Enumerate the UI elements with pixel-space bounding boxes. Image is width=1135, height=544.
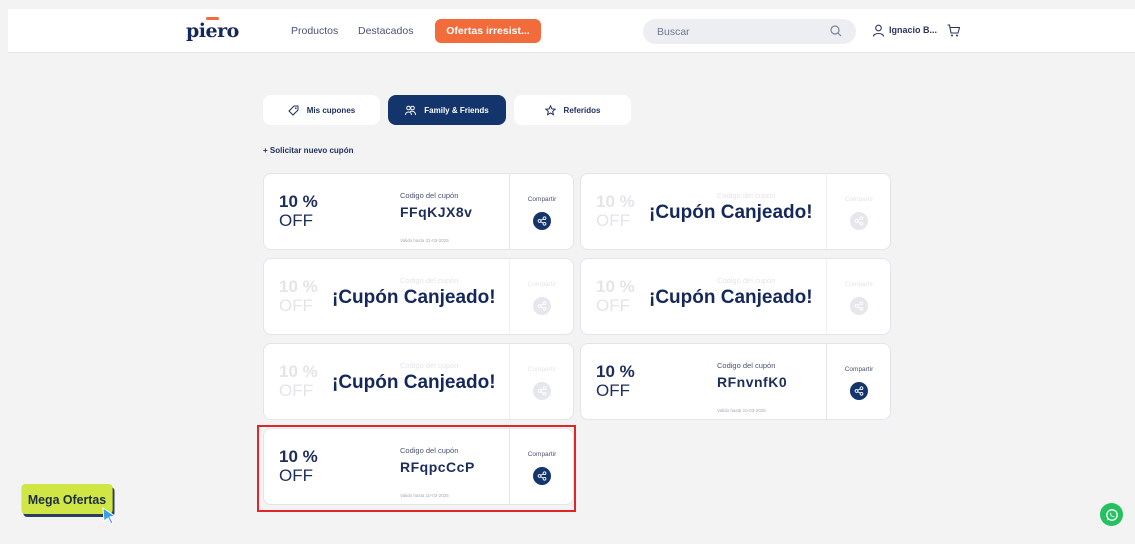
share-button	[533, 297, 551, 315]
coupon-divider	[509, 259, 510, 334]
coupon-card-redeemed: 10 % OFF Codigo del cupón Compartir ¡Cup…	[580, 173, 891, 250]
coupon-card-redeemed: 10 % OFF Codigo del cupón Compartir ¡Cup…	[263, 258, 574, 335]
coupon-card-redeemed: 10 % OFF Codigo del cupón Compartir ¡Cup…	[263, 343, 574, 420]
coupon-percent: 10 %	[596, 192, 635, 211]
tab-my-coupons-label: Mis cupones	[306, 105, 356, 115]
user-menu[interactable]: Ignacio B...	[872, 22, 937, 38]
coupon-divider	[826, 344, 827, 419]
coupon-divider	[826, 174, 827, 249]
people-icon	[405, 105, 417, 115]
share-icon	[854, 301, 864, 311]
coupon-code-label: Codigo del cupón	[400, 276, 459, 285]
redeemed-label: ¡Cupón Canjeado!	[332, 372, 496, 393]
coupon-percent: 10 %	[279, 192, 318, 211]
share-label: Compartir	[527, 366, 557, 373]
cursor-icon	[102, 507, 117, 524]
coupon-off: OFF	[279, 296, 313, 315]
share-button	[850, 212, 868, 230]
search-input[interactable]	[657, 24, 817, 39]
coupon-divider	[509, 174, 510, 249]
whatsapp-icon	[1105, 508, 1118, 521]
coupon-card: 10 % OFF Codigo del cupón FFqKJX8v Valid…	[263, 173, 574, 250]
tab-referrals[interactable]: Referidos	[514, 95, 631, 125]
search-bar[interactable]	[643, 19, 856, 44]
coupon-divider	[826, 259, 827, 334]
share-label: Compartir	[844, 281, 874, 288]
coupon-divider	[509, 344, 510, 419]
share-button[interactable]	[850, 382, 868, 400]
coupon-code-label: Codigo del cupón	[717, 276, 776, 285]
coupon-code-label: Codigo del cupón	[400, 361, 459, 370]
search-icon[interactable]	[830, 25, 842, 37]
whatsapp-button[interactable]	[1100, 503, 1123, 526]
redeemed-label: ¡Cupón Canjeado!	[332, 287, 496, 308]
request-coupon-link[interactable]: + Solicitar nuevo cupón	[263, 146, 353, 155]
nav-featured[interactable]: Destacados	[358, 25, 413, 37]
coupon-card: 10 % OFF Codigo del cupón RFnvnfK0 Valid…	[580, 343, 891, 420]
share-icon	[537, 216, 547, 226]
share-button[interactable]	[533, 212, 551, 230]
coupon-code[interactable]: FFqKJX8v	[400, 204, 472, 220]
redeemed-label: ¡Cupón Canjeado!	[649, 202, 813, 223]
coupon-off: OFF	[279, 211, 313, 230]
coupon-card-redeemed: 10 % OFF Codigo del cupón Compartir ¡Cup…	[580, 258, 891, 335]
cart-icon[interactable]	[947, 24, 960, 37]
coupon-off: OFF	[596, 296, 630, 315]
coupon-tabs: Mis cupones Family & Friends Referidos	[263, 95, 631, 125]
tab-referrals-label: Referidos	[563, 105, 601, 115]
star-icon	[544, 104, 556, 116]
nav-products[interactable]: Productos	[291, 25, 338, 37]
share-button	[533, 382, 551, 400]
mega-offers-button[interactable]: Mega Ofertas	[21, 484, 113, 514]
coupon-percent: 10 %	[596, 362, 635, 381]
coupon-validity: Valido hasta 31-03-2025	[400, 238, 449, 243]
coupon-percent: 10 %	[279, 277, 318, 296]
coupon-percent: 10 %	[596, 277, 635, 296]
coupon-code[interactable]: RFnvnfK0	[717, 374, 787, 390]
offers-button[interactable]: Ofertas irresist...	[435, 19, 541, 43]
coupon-off: OFF	[596, 211, 630, 230]
coupon-code-label: Codigo del cupón	[717, 361, 776, 370]
coupon-off: OFF	[596, 381, 630, 400]
coupon-code-label: Codigo del cupón	[717, 191, 776, 200]
share-icon	[854, 216, 864, 226]
coupon-code-label: Codigo del cupón	[400, 191, 459, 200]
redeemed-label: ¡Cupón Canjeado!	[649, 287, 813, 308]
share-icon	[854, 386, 864, 396]
highlight-box	[257, 425, 576, 512]
coupon-off: OFF	[279, 381, 313, 400]
share-label: Compartir	[844, 196, 874, 203]
tab-my-coupons[interactable]: Mis cupones	[263, 95, 380, 125]
coupon-percent: 10 %	[279, 362, 318, 381]
share-label: Compartir	[527, 281, 557, 288]
user-icon	[872, 24, 885, 37]
share-button	[850, 297, 868, 315]
share-icon	[537, 386, 547, 396]
tag-icon	[288, 105, 299, 116]
user-name: Ignacio B...	[889, 25, 938, 35]
coupon-validity: Valido hasta 10-03-2025	[717, 408, 766, 413]
share-icon	[537, 301, 547, 311]
tab-family-friends-label: Family & Friends	[424, 105, 489, 115]
tab-family-friends[interactable]: Family & Friends	[388, 95, 506, 125]
top-navigation-bar	[8, 9, 1135, 53]
share-label: Compartir	[844, 366, 874, 373]
share-label: Compartir	[527, 196, 557, 203]
logo[interactable]: piero	[186, 20, 239, 42]
